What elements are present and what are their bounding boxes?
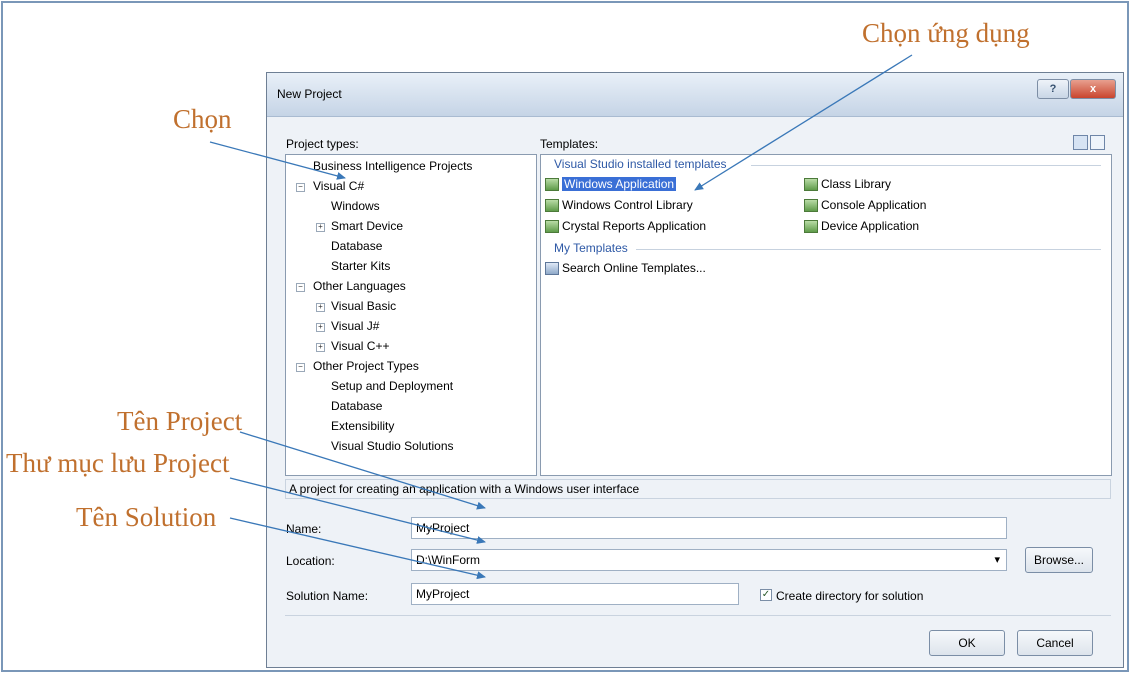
arrow-choose bbox=[209, 141, 346, 180]
annotation-arrows bbox=[209, 54, 913, 580]
arrow-choose-app bbox=[694, 54, 913, 191]
arrow-solution-name bbox=[229, 517, 486, 580]
arrow-project-name bbox=[239, 431, 486, 510]
arrow-save-folder bbox=[229, 477, 486, 544]
